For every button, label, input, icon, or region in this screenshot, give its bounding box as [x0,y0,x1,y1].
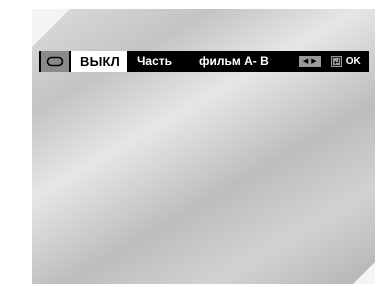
enter-icon [330,56,342,67]
screen-corner-top-left [32,9,70,47]
repeat-icon[interactable] [41,51,69,72]
repeat-chapter-option[interactable]: Часть [137,51,172,72]
arrow-right-icon: ▶ [311,58,317,65]
left-right-arrows-icon: ◀ ▶ [298,56,321,67]
repeat-off-option[interactable]: ВЫКЛ [74,51,127,72]
repeat-osd-bar: ВЫКЛ Часть фильм A- B ◀ ▶ OK [39,51,369,72]
arrow-left-icon: ◀ [302,58,309,65]
tv-screen: ВЫКЛ Часть фильм A- B ◀ ▶ OK [32,9,375,284]
screen-corner-bottom-right [353,262,375,284]
repeat-title-ab-option[interactable]: фильм A- B [199,51,269,72]
ok-label: OK [345,56,361,67]
